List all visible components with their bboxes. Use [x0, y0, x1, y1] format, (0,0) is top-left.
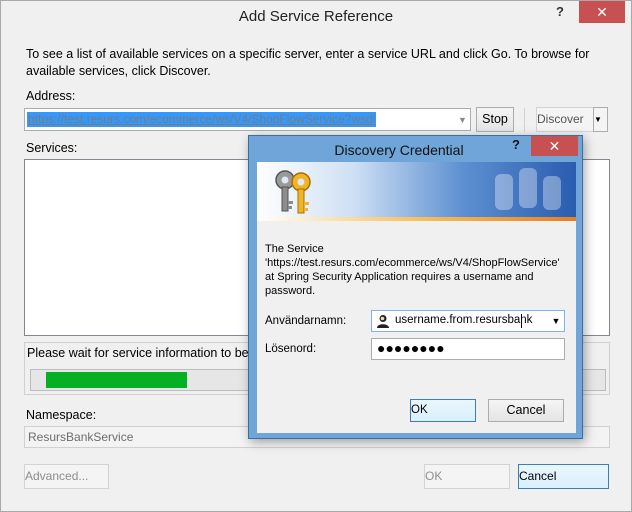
address-combobox[interactable]: https://test.resurs.com/ecommerce/ws/V4/… — [24, 108, 471, 131]
credential-banner — [257, 162, 576, 221]
dialog-close-button[interactable]: ✕ — [531, 136, 578, 156]
discover-button[interactable]: Discover — [536, 107, 594, 132]
progress-fill — [46, 372, 187, 388]
password-label: Lösenord: — [265, 343, 317, 355]
ok-button[interactable]: OK — [424, 464, 510, 489]
dialog-title: Discovery Credential — [334, 142, 464, 158]
username-combobox[interactable]: username.from.resursbank ▼ — [371, 310, 565, 332]
dialog-help-button[interactable]: ? — [507, 137, 525, 155]
namespace-label: Namespace: — [26, 408, 97, 422]
chevron-down-icon[interactable]: ▼ — [548, 311, 564, 331]
close-button[interactable]: ✕ — [579, 1, 625, 23]
discover-dropdown-icon[interactable]: ▼ — [593, 107, 608, 132]
keys-watermark-icon — [495, 168, 561, 210]
credential-message: The Service 'https://test.resurs.com/eco… — [265, 243, 560, 297]
status-text: Please wait for service information to b… — [27, 346, 260, 360]
username-label: Användarnamn: — [265, 315, 347, 327]
services-label: Services: — [26, 141, 78, 155]
password-value: ●●●●●●●● — [377, 340, 445, 356]
advanced-button[interactable]: Advanced... — [24, 464, 109, 489]
password-input[interactable]: ●●●●●●●● — [371, 338, 565, 360]
separator — [524, 108, 525, 132]
chevron-down-icon[interactable]: ▼ — [455, 110, 470, 130]
keys-icon — [275, 170, 311, 214]
namespace-value: ResursBankService — [28, 430, 134, 444]
window-title: Add Service Reference — [238, 8, 394, 25]
dialog-body: The Service 'https://test.resurs.com/eco… — [257, 162, 576, 433]
cancel-button[interactable]: Cancel — [518, 464, 609, 489]
user-icon — [377, 315, 389, 328]
instructions-text: To see a list of available services on a… — [26, 47, 590, 78]
discovery-credential-dialog: Discovery Credential ? ✕ The Service 'ht… — [248, 135, 583, 439]
username-input[interactable]: username.from.resursbank — [395, 314, 532, 326]
banner-stripe — [257, 217, 576, 221]
stop-button[interactable]: Stop — [476, 107, 514, 132]
dialog-ok-button[interactable]: OK — [410, 399, 476, 422]
dialog-cancel-button[interactable]: Cancel — [488, 399, 564, 422]
title-bar: Add Service Reference ? ✕ — [1, 1, 631, 31]
text-caret — [521, 314, 522, 328]
help-button[interactable]: ? — [546, 1, 574, 23]
address-input[interactable]: https://test.resurs.com/ecommerce/ws/V4/… — [27, 112, 377, 127]
address-label: Address: — [26, 89, 76, 103]
